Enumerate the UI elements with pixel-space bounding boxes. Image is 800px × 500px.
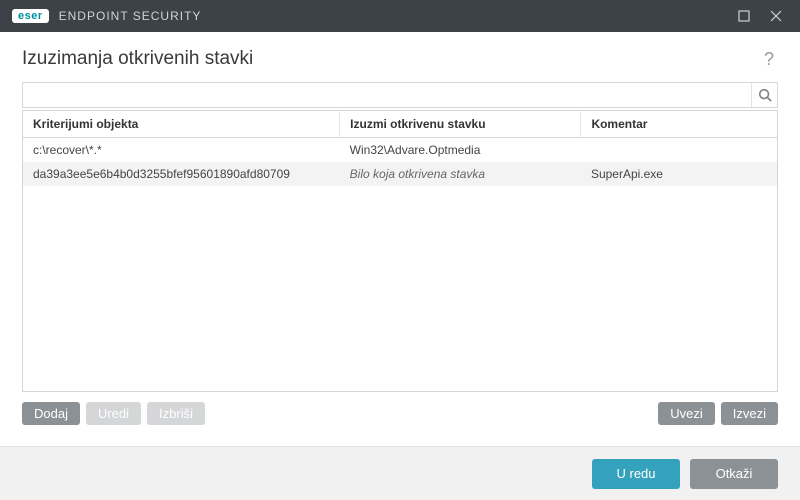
dialog-header: Izuzimanja otkrivenih stavki ? xyxy=(0,32,800,82)
brand-text: ENDPOINT SECURITY xyxy=(59,9,202,23)
search-row xyxy=(22,82,778,108)
export-button[interactable]: Izvezi xyxy=(721,402,778,425)
column-header-comment[interactable]: Komentar xyxy=(581,111,777,138)
close-button[interactable] xyxy=(760,0,792,32)
brand-logo: eser ENDPOINT SECURITY xyxy=(12,9,201,23)
search-input[interactable] xyxy=(23,83,749,107)
cell-criteria: c:\recover\*.* xyxy=(23,138,340,163)
close-icon xyxy=(770,10,782,22)
action-button-row: Dodaj Uredi Izbriši Uvezi Izvezi xyxy=(22,392,778,425)
minimize-icon xyxy=(738,10,750,22)
dialog-footer: U redu Otkaži xyxy=(0,446,800,500)
edit-button: Uredi xyxy=(86,402,141,425)
add-button[interactable]: Dodaj xyxy=(22,402,80,425)
cell-criteria: da39a3ee5e6b4b0d3255bfef95601890afd80709 xyxy=(23,162,340,186)
page-title: Izuzimanja otkrivenih stavki xyxy=(22,48,760,70)
help-icon[interactable]: ? xyxy=(760,49,778,70)
minimize-button[interactable] xyxy=(728,0,760,32)
titlebar: eser ENDPOINT SECURITY xyxy=(0,0,800,32)
brand-badge: eser xyxy=(12,9,49,23)
cell-comment: SuperApi.exe xyxy=(581,162,777,186)
delete-button: Izbriši xyxy=(147,402,205,425)
column-header-criteria[interactable]: Kriterijumi objekta xyxy=(23,111,340,138)
table-row[interactable]: c:\recover\*.*Win32\Advare.Optmedia xyxy=(23,138,777,163)
cell-exclude: Win32\Advare.Optmedia xyxy=(340,138,581,163)
cell-comment xyxy=(581,138,777,163)
import-button[interactable]: Uvezi xyxy=(658,402,715,425)
table-row[interactable]: da39a3ee5e6b4b0d3255bfef95601890afd80709… xyxy=(23,162,777,186)
exclusions-table: Kriterijumi objekta Izuzmi otkrivenu sta… xyxy=(23,111,777,186)
column-header-exclude[interactable]: Izuzmi otkrivenu stavku xyxy=(340,111,581,138)
ok-button[interactable]: U redu xyxy=(592,459,680,489)
search-icon xyxy=(758,88,772,102)
cell-exclude: Bilo koja otkrivena stavka xyxy=(340,162,581,186)
search-button[interactable] xyxy=(751,83,777,107)
exclusions-table-container: Kriterijumi objekta Izuzmi otkrivenu sta… xyxy=(22,110,778,392)
table-header-row: Kriterijumi objekta Izuzmi otkrivenu sta… xyxy=(23,111,777,138)
cancel-button[interactable]: Otkaži xyxy=(690,459,778,489)
